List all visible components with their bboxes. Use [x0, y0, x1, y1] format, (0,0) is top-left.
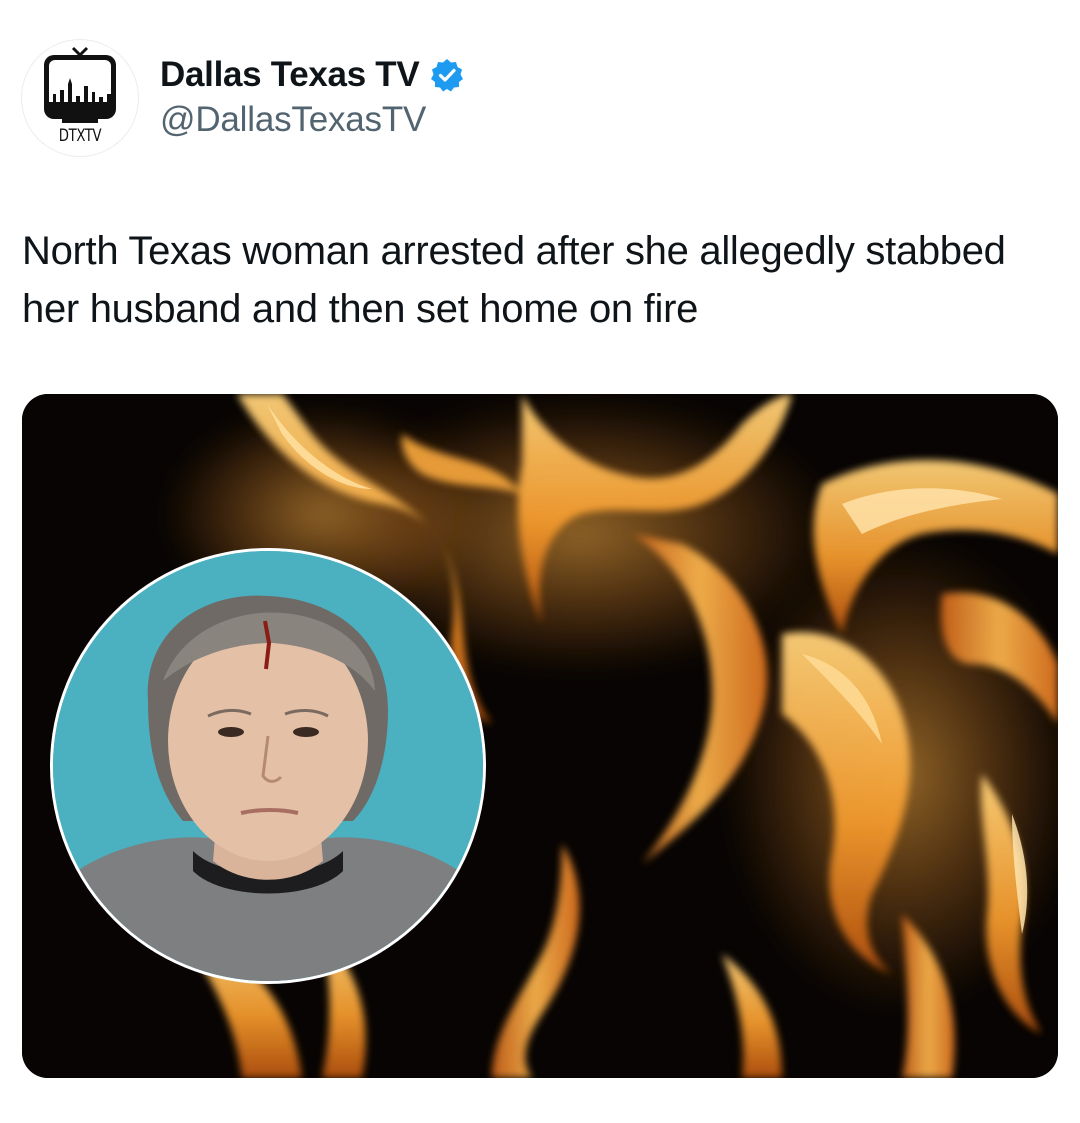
verified-badge-icon: [429, 57, 465, 93]
post-text: North Texas woman arrested after she all…: [22, 229, 1006, 331]
avatar-logo-text: DTXTV: [58, 126, 102, 146]
mugshot-inset: [53, 551, 483, 981]
account-names: Dallas Texas TV @DallasTexasTV: [160, 54, 465, 140]
display-name-row: Dallas Texas TV: [160, 54, 465, 96]
post-card: DTXTV Dallas Texas TV @DallasTexasTV Nor…: [0, 0, 1080, 1123]
post-header: DTXTV Dallas Texas TV @DallasTexasTV: [22, 40, 465, 160]
post-media[interactable]: [22, 394, 1058, 1078]
mugshot-portrait-image: [53, 551, 483, 981]
display-name[interactable]: Dallas Texas TV: [160, 55, 420, 95]
account-handle[interactable]: @DallasTexasTV: [160, 100, 465, 140]
avatar[interactable]: DTXTV: [22, 40, 138, 156]
